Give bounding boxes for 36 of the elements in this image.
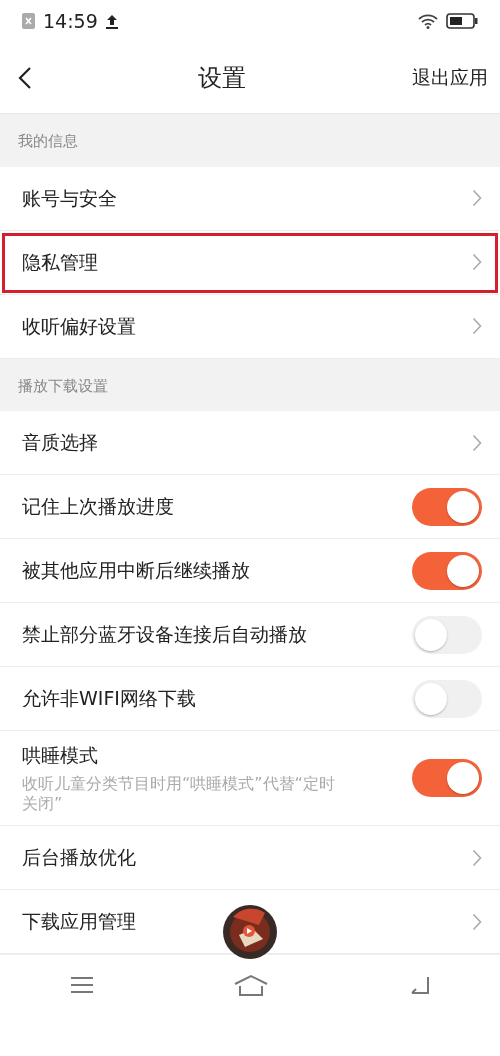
item-label: 音质选择 bbox=[22, 430, 98, 456]
item-description: 收听儿童分类节目时用“哄睡模式”代替“定时关闭” bbox=[22, 773, 336, 816]
chevron-icon bbox=[472, 253, 482, 271]
toggle-switch[interactable] bbox=[412, 487, 482, 526]
item-label: 收听偏好设置 bbox=[22, 313, 136, 339]
status-time: 14:59 bbox=[43, 8, 98, 34]
toggle-switch[interactable] bbox=[412, 759, 482, 798]
item-label: 记住上次播放进度 bbox=[22, 494, 174, 520]
item-label: 隐私管理 bbox=[22, 249, 98, 275]
item-label: 后台播放优化 bbox=[22, 845, 136, 871]
chevron-icon bbox=[472, 189, 482, 207]
home-icon[interactable] bbox=[234, 973, 268, 996]
item-label: 允许非WIFI网络下载 bbox=[22, 686, 196, 712]
item-label: 被其他应用中断后继续播放 bbox=[22, 558, 250, 584]
section-header: 播放下载设置 bbox=[0, 358, 500, 411]
toggle-switch[interactable] bbox=[412, 679, 482, 718]
item-label: 账号与安全 bbox=[22, 185, 117, 211]
back-button[interactable] bbox=[18, 65, 32, 90]
item-label: 禁止部分蓝牙设备连接后自动播放 bbox=[22, 622, 307, 648]
sim-icon bbox=[22, 13, 35, 29]
page-title: 设置 bbox=[198, 62, 246, 94]
item-label: 下载应用管理 bbox=[22, 909, 136, 935]
chevron-icon bbox=[472, 433, 482, 452]
item-label: 哄睡模式 bbox=[22, 743, 99, 768]
battery-icon bbox=[446, 13, 478, 29]
chevron-icon bbox=[472, 848, 482, 867]
chevron-icon bbox=[472, 912, 482, 931]
section-header: 我的信息 bbox=[0, 114, 500, 167]
chevron-icon bbox=[472, 317, 482, 335]
settings-item[interactable]: 隐私管理 bbox=[0, 230, 500, 295]
upload-icon bbox=[105, 13, 118, 29]
toggle-switch[interactable] bbox=[412, 551, 482, 590]
exit-app-button[interactable]: 退出应用 bbox=[412, 63, 488, 92]
menu-icon[interactable] bbox=[70, 975, 94, 994]
wifi-icon bbox=[418, 13, 438, 29]
toggle-switch[interactable] bbox=[412, 615, 482, 654]
